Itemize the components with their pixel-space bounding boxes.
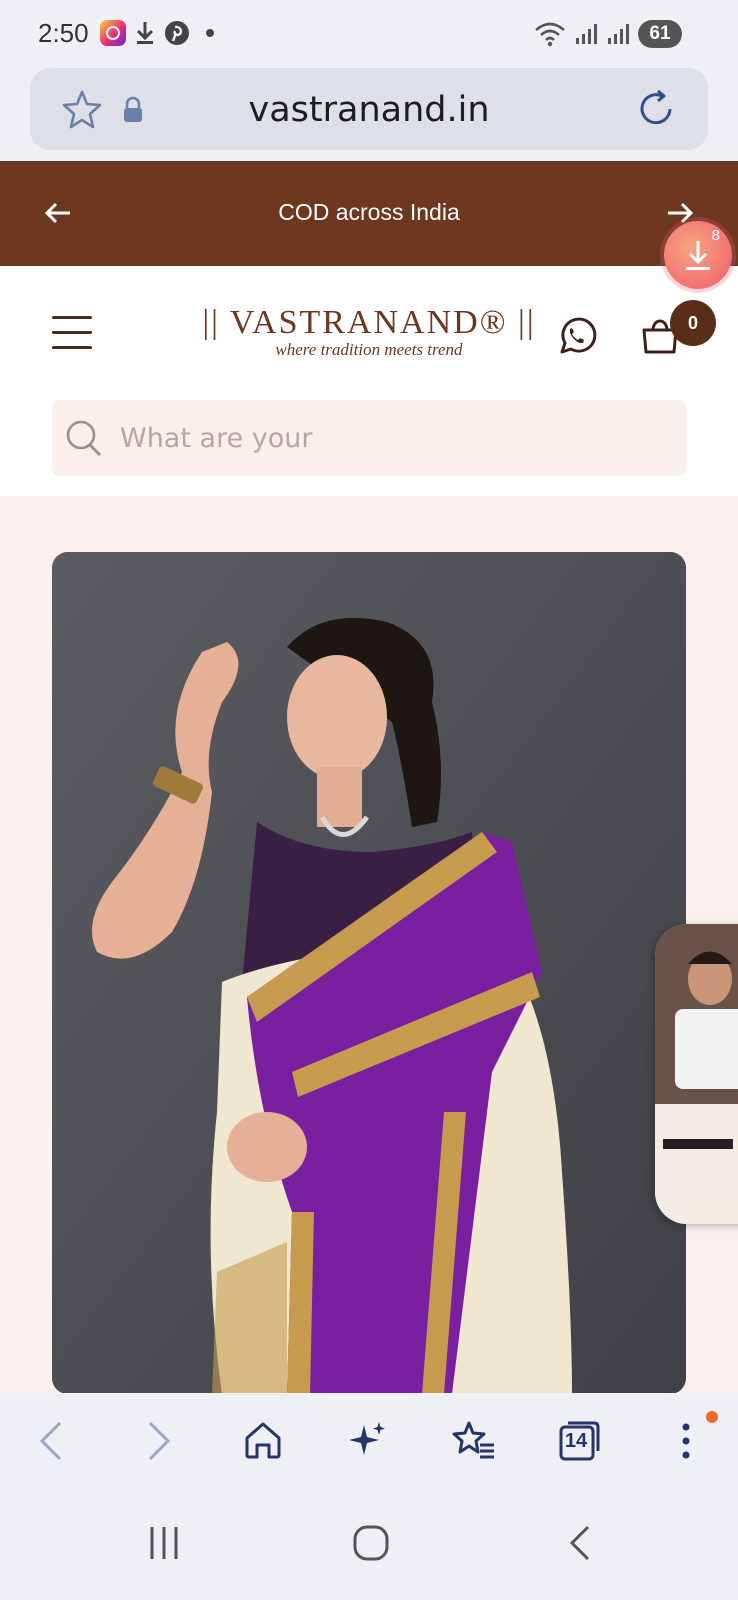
announcement-bar: COD across India xyxy=(0,161,738,266)
web-page: COD across India || VASTRANAND® || where… xyxy=(0,161,738,1393)
back-icon[interactable] xyxy=(36,1419,66,1463)
screen: 2:50 61 vastranand.in COD across India |… xyxy=(0,0,738,1600)
tabs-button[interactable]: 14 xyxy=(558,1419,602,1463)
update-notification-dot xyxy=(706,1411,718,1423)
site-header: || VASTRANAND® || where tradition meets … xyxy=(0,266,738,496)
search-input[interactable] xyxy=(120,400,660,476)
download-icon xyxy=(136,22,154,44)
pinterest-icon xyxy=(165,21,189,45)
download-count: 8 xyxy=(711,227,720,244)
search-bar[interactable] xyxy=(52,400,686,476)
home-circle-icon[interactable] xyxy=(352,1523,390,1563)
video-thumbnail xyxy=(655,924,738,1224)
status-bar: 2:50 61 xyxy=(0,0,738,66)
cart-count-badge[interactable]: 0 xyxy=(670,300,716,346)
wifi-icon xyxy=(535,22,565,47)
more-notifications-icon xyxy=(206,29,214,37)
instagram-icon xyxy=(100,20,126,46)
download-floating-button[interactable]: 8 xyxy=(664,221,732,289)
system-status-icons: 61 xyxy=(534,20,682,48)
reload-icon[interactable] xyxy=(634,87,678,131)
recent-apps-icon[interactable] xyxy=(146,1523,182,1563)
more-menu-button[interactable] xyxy=(676,1419,696,1463)
bookmarks-icon[interactable] xyxy=(450,1419,496,1461)
brand-logo[interactable]: || VASTRANAND® || where tradition meets … xyxy=(200,304,538,360)
hamburger-menu-icon[interactable] xyxy=(52,316,92,350)
announcement-text: COD across India xyxy=(278,199,460,225)
saree-model-photo xyxy=(52,552,686,1393)
url-text[interactable]: vastranand.in xyxy=(30,90,708,130)
hero-product-image[interactable] xyxy=(52,552,686,1393)
browser-toolbar: 14 xyxy=(0,1393,738,1493)
address-bar[interactable]: vastranand.in xyxy=(30,68,708,150)
whatsapp-icon[interactable] xyxy=(554,314,598,358)
home-icon[interactable] xyxy=(242,1419,284,1461)
tab-count: 14 xyxy=(564,1429,588,1452)
forward-icon[interactable] xyxy=(144,1419,174,1463)
back-chevron-icon[interactable] xyxy=(564,1523,594,1563)
more-icon xyxy=(682,1423,690,1459)
sparkle-icon[interactable] xyxy=(346,1419,388,1461)
system-navigation-bar xyxy=(0,1493,738,1600)
notification-icons xyxy=(100,20,214,46)
signal-icon-2 xyxy=(608,24,629,44)
download-arrow-icon xyxy=(686,241,710,270)
floating-video-widget[interactable] xyxy=(655,924,738,1224)
logo-wordmark: || VASTRANAND® || xyxy=(202,304,536,341)
battery-indicator: 61 xyxy=(638,20,682,48)
signal-icon-1 xyxy=(576,24,597,44)
status-time: 2:50 xyxy=(38,18,89,48)
logo-tagline: where tradition meets trend xyxy=(275,340,463,359)
search-icon xyxy=(66,420,101,456)
